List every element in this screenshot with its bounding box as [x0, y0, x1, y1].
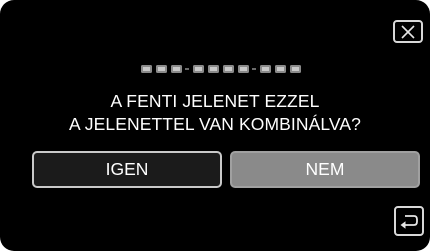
placeholder-block-highlight	[262, 67, 269, 71]
placeholder-block-highlight	[173, 67, 180, 71]
no-button[interactable]: NEM	[230, 151, 420, 188]
placeholder-block-highlight	[277, 67, 284, 71]
placeholder-block-highlight	[158, 67, 165, 71]
placeholder-separator	[252, 68, 256, 70]
placeholder-separator	[185, 68, 189, 70]
confirmation-message: A FENTI JELENET EZZEL A JELENETTEL VAN K…	[0, 90, 430, 136]
placeholder-block-highlight	[240, 67, 247, 71]
placeholder-block-highlight	[210, 67, 217, 71]
close-button[interactable]	[393, 20, 423, 43]
return-arrow-icon	[400, 215, 418, 229]
back-button[interactable]	[394, 206, 424, 236]
close-icon	[401, 24, 415, 39]
yes-button-label: IGEN	[105, 159, 149, 179]
dialog-screen: A FENTI JELENET EZZEL A JELENETTEL VAN K…	[0, 0, 430, 251]
message-line-2: A JELENETTEL VAN KOMBINÁLVA?	[69, 114, 361, 134]
yes-button[interactable]: IGEN	[32, 151, 222, 188]
redacted-text-dots-icon	[141, 65, 301, 73]
message-line-1: A FENTI JELENET EZZEL	[110, 91, 320, 111]
scene-name-placeholder	[135, 62, 315, 76]
placeholder-block-highlight	[143, 67, 150, 71]
no-button-label: NEM	[305, 159, 345, 179]
placeholder-block-highlight	[195, 67, 202, 71]
placeholder-block-highlight	[292, 67, 299, 71]
placeholder-block-highlight	[225, 67, 232, 71]
